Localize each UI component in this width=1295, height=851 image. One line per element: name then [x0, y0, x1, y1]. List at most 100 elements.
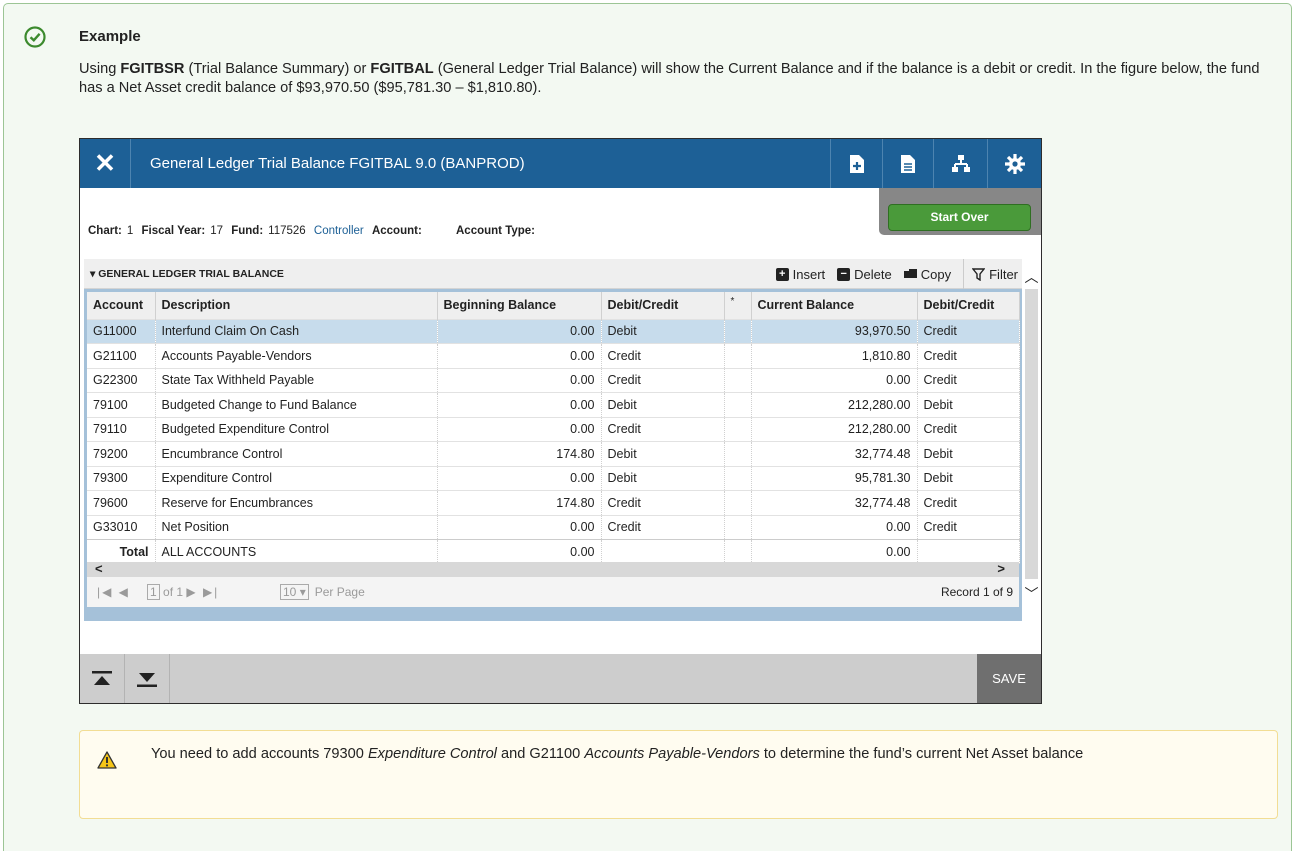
- copy-button[interactable]: Copy: [903, 267, 951, 282]
- account-cell[interactable]: G11000: [87, 318, 156, 344]
- close-button[interactable]: ✕: [80, 139, 131, 188]
- fund-title-link[interactable]: Controller: [314, 225, 364, 237]
- current-balance-cell[interactable]: 0.00: [751, 514, 918, 540]
- current-balance-cell[interactable]: 95,781.30: [751, 465, 918, 491]
- column-header[interactable]: Debit/Credit: [917, 292, 1020, 319]
- current-balance-cell[interactable]: 1,810.80: [751, 343, 918, 368]
- page-number-input[interactable]: 1: [147, 584, 160, 600]
- vertical-scrollbar[interactable]: ︿ ﹀: [1022, 259, 1041, 609]
- beginning-balance-cell[interactable]: 0.00: [437, 514, 602, 540]
- beginning-balance-cell[interactable]: 0.00: [437, 416, 602, 442]
- table-row[interactable]: 79100 Budgeted Change to Fund Balance 0.00…: [87, 392, 1020, 417]
- table-row[interactable]: G22300 State Tax Withheld Payable 0.00 Cred…: [87, 367, 1020, 393]
- account-cell[interactable]: G21100: [87, 343, 156, 368]
- account-cell[interactable]: 79600: [87, 490, 156, 515]
- table-row[interactable]: 79600 Reserve for Encumbrances 174.80 Credi…: [87, 490, 1020, 515]
- flag-cell[interactable]: [724, 318, 752, 344]
- beginning-balance-cell[interactable]: 0.00: [437, 392, 602, 417]
- column-header[interactable]: Description: [155, 292, 438, 319]
- horizontal-scrollbar[interactable]: < >: [87, 561, 1019, 577]
- scroll-up-icon[interactable]: ︿: [1022, 267, 1041, 287]
- current-balance-cell[interactable]: 0.00: [751, 367, 918, 393]
- current-debit-credit-cell[interactable]: Credit: [917, 416, 1020, 442]
- debit-credit-cell[interactable]: Credit: [601, 514, 725, 540]
- table-row[interactable]: 79110 Budgeted Expenditure Control 0.00 Cre…: [87, 416, 1020, 442]
- account-cell[interactable]: 79110: [87, 416, 156, 442]
- debit-credit-cell[interactable]: Credit: [601, 343, 725, 368]
- current-debit-credit-cell[interactable]: Credit: [917, 367, 1020, 393]
- beginning-balance-cell[interactable]: 174.80: [437, 490, 602, 515]
- filter-button[interactable]: Filter: [963, 259, 1022, 289]
- beginning-balance-cell[interactable]: 174.80: [437, 441, 602, 466]
- column-header[interactable]: Debit/Credit: [601, 292, 725, 319]
- current-debit-credit-cell[interactable]: Credit: [917, 514, 1020, 540]
- table-row[interactable]: 79200 Encumbrance Control 174.80 Debit 32,77…: [87, 441, 1020, 466]
- account-cell[interactable]: 79100: [87, 392, 156, 417]
- account-cell[interactable]: 79300: [87, 465, 156, 491]
- per-page-select[interactable]: 10 ▾: [280, 584, 309, 600]
- section-title[interactable]: ▾ GENERAL LEDGER TRIAL BALANCE: [90, 259, 284, 289]
- description-cell[interactable]: Interfund Claim On Cash: [155, 318, 438, 344]
- debit-credit-cell[interactable]: Credit: [601, 416, 725, 442]
- current-debit-credit-cell[interactable]: Debit: [917, 392, 1020, 417]
- scroll-left-icon[interactable]: <: [95, 561, 103, 576]
- account-cell[interactable]: 79200: [87, 441, 156, 466]
- debit-credit-cell[interactable]: Credit: [601, 490, 725, 515]
- account-cell[interactable]: G33010: [87, 514, 156, 540]
- debit-credit-cell[interactable]: Debit: [601, 318, 725, 344]
- current-balance-cell[interactable]: 32,774.48: [751, 490, 918, 515]
- table-row[interactable]: G21100 Accounts Payable-Vendors 0.00 Credit…: [87, 343, 1020, 368]
- current-balance-cell[interactable]: 32,774.48: [751, 441, 918, 466]
- debit-credit-cell[interactable]: Credit: [601, 367, 725, 393]
- current-debit-credit-cell[interactable]: Debit: [917, 441, 1020, 466]
- column-header[interactable]: Current Balance: [751, 292, 918, 319]
- current-debit-credit-cell[interactable]: Credit: [917, 490, 1020, 515]
- first-prev-page-icons[interactable]: |◀ ◀: [97, 585, 130, 599]
- flag-cell[interactable]: [724, 514, 752, 540]
- description-cell[interactable]: Expenditure Control: [155, 465, 438, 491]
- insert-button[interactable]: + Insert: [775, 267, 825, 282]
- flag-cell[interactable]: [724, 392, 752, 417]
- table-row[interactable]: G33010 Net Position 0.00 Credit 0.00 Credit: [87, 514, 1020, 540]
- debit-credit-cell[interactable]: Debit: [601, 465, 725, 491]
- flag-cell[interactable]: [724, 367, 752, 393]
- flag-cell[interactable]: [724, 490, 752, 515]
- description-cell[interactable]: State Tax Withheld Payable: [155, 367, 438, 393]
- debit-credit-cell[interactable]: Debit: [601, 392, 725, 417]
- account-cell[interactable]: G22300: [87, 367, 156, 393]
- beginning-balance-cell[interactable]: 0.00: [437, 318, 602, 344]
- current-debit-credit-cell[interactable]: Credit: [917, 318, 1020, 344]
- flag-cell[interactable]: [724, 416, 752, 442]
- scrollbar-track[interactable]: [1025, 289, 1038, 579]
- column-header[interactable]: Account: [87, 292, 156, 319]
- current-balance-cell[interactable]: 212,280.00: [751, 392, 918, 417]
- column-header[interactable]: *: [724, 292, 752, 319]
- current-balance-cell[interactable]: 212,280.00: [751, 416, 918, 442]
- previous-section-button[interactable]: [80, 654, 125, 703]
- start-over-button[interactable]: Start Over: [888, 204, 1031, 231]
- scroll-right-icon[interactable]: >: [997, 561, 1005, 576]
- table-row[interactable]: 79300 Expenditure Control 0.00 Debit 95,781.…: [87, 465, 1020, 491]
- new-document-button[interactable]: [830, 139, 882, 188]
- scroll-down-icon[interactable]: ﹀: [1022, 584, 1041, 604]
- flag-cell[interactable]: [724, 441, 752, 466]
- table-row[interactable]: G11000 Interfund Claim On Cash 0.00 Debit 93…: [87, 318, 1020, 344]
- description-cell[interactable]: Budgeted Change to Fund Balance: [155, 392, 438, 417]
- description-cell[interactable]: Encumbrance Control: [155, 441, 438, 466]
- related-button[interactable]: [882, 139, 933, 188]
- current-balance-cell[interactable]: 93,970.50: [751, 318, 918, 344]
- settings-button[interactable]: [987, 139, 1041, 188]
- delete-button[interactable]: − Delete: [837, 267, 892, 282]
- save-button[interactable]: SAVE: [977, 654, 1041, 703]
- next-last-page-icons[interactable]: ▶ ▶|: [186, 585, 219, 599]
- debit-credit-cell[interactable]: Debit: [601, 441, 725, 466]
- beginning-balance-cell[interactable]: 0.00: [437, 367, 602, 393]
- description-cell[interactable]: Reserve for Encumbrances: [155, 490, 438, 515]
- current-debit-credit-cell[interactable]: Debit: [917, 465, 1020, 491]
- current-debit-credit-cell[interactable]: Credit: [917, 343, 1020, 368]
- beginning-balance-cell[interactable]: 0.00: [437, 465, 602, 491]
- flag-cell[interactable]: [724, 465, 752, 491]
- tools-hierarchy-button[interactable]: [933, 139, 987, 188]
- flag-cell[interactable]: [724, 343, 752, 368]
- description-cell[interactable]: Net Position: [155, 514, 438, 540]
